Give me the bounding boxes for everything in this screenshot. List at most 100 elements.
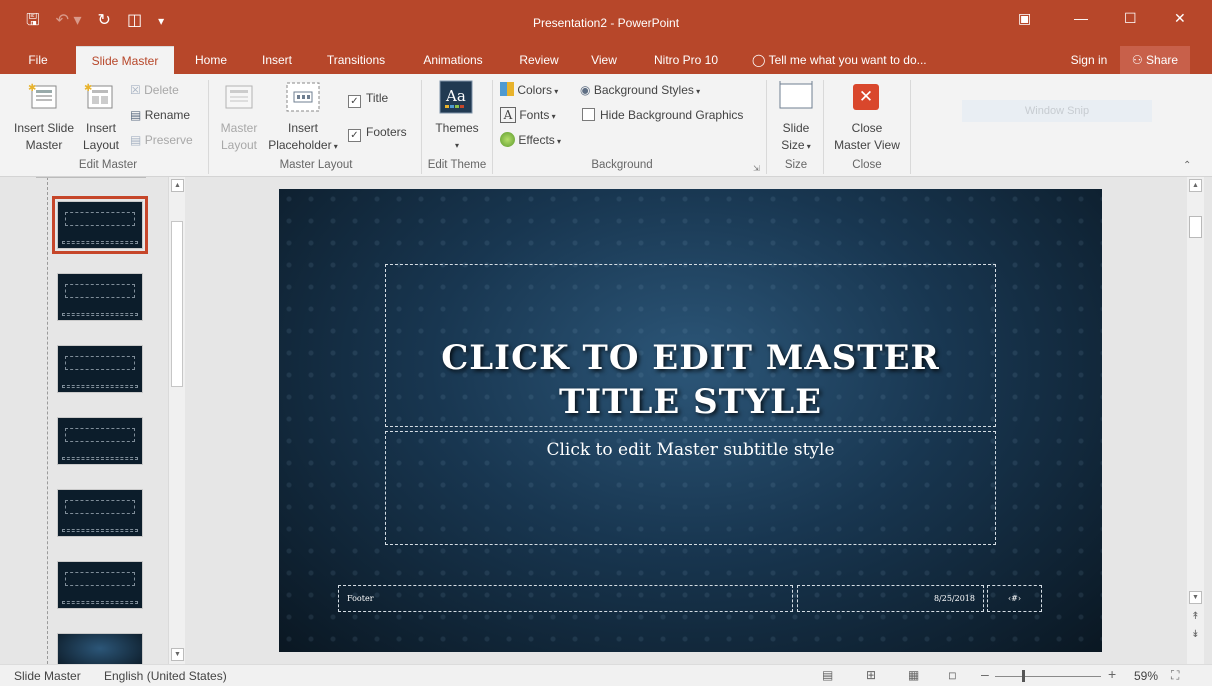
pane-top-edge <box>36 177 146 179</box>
share-button[interactable]: ⚇ Share <box>1120 46 1190 74</box>
insert-slide-master-label-1: Insert Slide <box>13 121 75 135</box>
language-text[interactable]: English (United States) <box>104 669 227 683</box>
colors-label: Colors <box>517 83 553 97</box>
close-master-view-button[interactable]: Close Master View <box>826 120 908 154</box>
maximize-icon[interactable]: ☐ <box>1124 10 1137 27</box>
tab-file[interactable]: File <box>18 46 58 74</box>
group-separator <box>421 80 422 174</box>
slide-show-view-icon[interactable]: ◽ <box>948 668 957 682</box>
scroll-up-arrow-icon[interactable]: ▲ <box>171 179 184 192</box>
insert-layout-icon: ✱ <box>84 82 118 115</box>
fonts-dropdown[interactable]: A Fonts ▾ <box>500 107 556 125</box>
scroll-down-arrow-icon[interactable]: ▼ <box>171 648 184 661</box>
slide-scroll-down-arrow-icon[interactable]: ▼ <box>1189 591 1202 604</box>
share-label: Share <box>1146 53 1179 67</box>
slide-scroll-up-arrow-icon[interactable]: ▲ <box>1189 179 1202 192</box>
slide-size-button[interactable]: Slide Size ▾ <box>772 120 820 155</box>
thumbnail-scrollbar[interactable]: ▲ ▼ <box>168 177 185 664</box>
window-snip-button[interactable]: Window Snip <box>962 100 1152 122</box>
delete-label: Delete <box>144 83 179 97</box>
tab-view[interactable]: View <box>582 46 626 74</box>
slide-master-thumbnail[interactable] <box>52 196 148 254</box>
layout-thumbnail[interactable] <box>57 417 143 465</box>
ribbon-display-icon[interactable]: ▣ <box>1018 10 1031 27</box>
insert-placeholder-button[interactable]: Insert Placeholder ▾ <box>262 120 344 155</box>
lightbulb-icon: ◯ <box>752 53 766 67</box>
effects-dropdown[interactable]: Effects ▾ <box>500 132 561 150</box>
svg-text:✱: ✱ <box>28 83 36 94</box>
svg-text:✱: ✱ <box>84 83 92 94</box>
tell-me-search[interactable]: ◯ Tell me what you want to do... <box>752 46 952 74</box>
insert-layout-button[interactable]: Insert Layout <box>80 120 122 154</box>
tab-animations[interactable]: Animations <box>412 46 494 74</box>
previous-slide-icon[interactable]: ↟ <box>1189 611 1202 624</box>
layout-thumbnail[interactable] <box>57 489 143 537</box>
slide-sorter-view-icon[interactable]: ⊞ <box>866 668 876 682</box>
fonts-dropdown-icon: ▾ <box>549 112 556 121</box>
insert-slide-master-icon: ✱ <box>28 82 62 115</box>
tab-insert[interactable]: Insert <box>252 46 302 74</box>
group-separator <box>823 80 824 174</box>
hide-background-graphics-label: Hide Background Graphics <box>600 108 744 122</box>
zoom-in-icon[interactable]: + <box>1108 666 1116 682</box>
slide-number-text: ‹#› <box>1007 594 1022 603</box>
footers-checkbox[interactable]: ✓ Footers <box>348 124 407 142</box>
minimize-icon[interactable]: — <box>1074 10 1088 26</box>
title-checkbox-label: Title <box>366 91 389 105</box>
slide-scroll-thumb[interactable] <box>1189 216 1202 238</box>
master-layout-icon <box>222 82 256 115</box>
group-separator <box>766 80 767 174</box>
fit-slide-to-window-icon[interactable]: ⛶ <box>1171 668 1179 683</box>
master-title-line-1: CLICK TO EDIT MASTER <box>441 338 940 378</box>
hide-background-graphics-checkbox[interactable]: Hide Background Graphics <box>582 107 743 123</box>
date-placeholder[interactable]: 8/25/2018 <box>797 585 984 612</box>
background-group-label: Background <box>591 159 653 171</box>
layout-thumbnail[interactable] <box>57 561 143 609</box>
zoom-out-icon[interactable]: – <box>981 666 989 682</box>
background-styles-dropdown[interactable]: ◉ Background Styles ▾ <box>580 82 700 100</box>
slide-scrollbar[interactable]: ▲ ▼ ↟ ↡ <box>1187 177 1204 664</box>
title-placeholder[interactable]: CLICK TO EDIT MASTER TITLE STYLE <box>385 264 996 427</box>
colors-dropdown[interactable]: Colors ▾ <box>500 82 558 100</box>
delete-button[interactable]: ☒ Delete <box>130 82 179 98</box>
preserve-button[interactable]: ▤ Preserve <box>130 132 193 148</box>
tell-me-text: Tell me what you want to do... <box>768 53 927 67</box>
slide-master-canvas[interactable]: CLICK TO EDIT MASTER TITLE STYLE Click t… <box>279 189 1102 652</box>
themes-button[interactable]: Themes ▾ <box>428 120 486 154</box>
insert-placeholder-label-1: Insert <box>287 121 318 135</box>
footer-placeholder[interactable]: Footer <box>338 585 793 612</box>
tab-home[interactable]: Home <box>186 46 236 74</box>
title-checkbox[interactable]: ✓ Title <box>348 90 388 108</box>
title-bar: 🖫 ↶ ▾ ↻ ◫ ▾ Presentation2 - PowerPoint ▣… <box>0 0 1212 46</box>
sign-in-link[interactable]: Sign in <box>1064 46 1114 74</box>
zoom-slider-knob[interactable] <box>1022 670 1026 682</box>
layout-connector-line <box>47 177 48 664</box>
master-layout-button[interactable]: Master Layout <box>214 120 264 154</box>
insert-slide-master-button[interactable]: Insert Slide Master <box>10 120 78 154</box>
collapse-ribbon-icon[interactable]: ⌃ <box>1183 158 1191 174</box>
layout-thumbnail[interactable] <box>57 345 143 393</box>
background-dialog-launcher-icon[interactable]: ⇲ <box>753 161 760 177</box>
colors-dropdown-icon: ▾ <box>552 87 559 96</box>
next-slide-icon[interactable]: ↡ <box>1189 629 1202 642</box>
zoom-slider-track[interactable] <box>995 676 1101 677</box>
layout-thumbnail[interactable] <box>57 273 143 321</box>
slide-number-placeholder[interactable]: ‹#› <box>987 585 1042 612</box>
close-icon[interactable]: ✕ <box>1174 10 1186 27</box>
master-title-text: CLICK TO EDIT MASTER TITLE STYLE <box>386 336 995 424</box>
tab-slide-master[interactable]: Slide Master <box>76 46 174 74</box>
subtitle-placeholder[interactable]: Click to edit Master subtitle style <box>385 431 996 545</box>
reading-view-icon[interactable]: ▦ <box>908 668 919 682</box>
themes-label: Themes <box>435 121 479 135</box>
thumbnail-scroll-thumb[interactable] <box>171 221 183 387</box>
ribbon-tabs: File Slide Master Home Insert Transition… <box>0 46 1212 74</box>
tab-transitions[interactable]: Transitions <box>316 46 396 74</box>
colors-icon <box>500 82 514 96</box>
normal-view-icon[interactable]: ▤ <box>822 668 833 682</box>
rename-button[interactable]: ▤ Rename <box>130 107 190 123</box>
tab-nitro-pro[interactable]: Nitro Pro 10 <box>642 46 730 74</box>
insert-placeholder-icon <box>284 80 322 117</box>
tab-review[interactable]: Review <box>510 46 568 74</box>
preserve-icon: ▤ <box>130 133 142 147</box>
zoom-level-text[interactable]: 59% <box>1134 669 1158 683</box>
